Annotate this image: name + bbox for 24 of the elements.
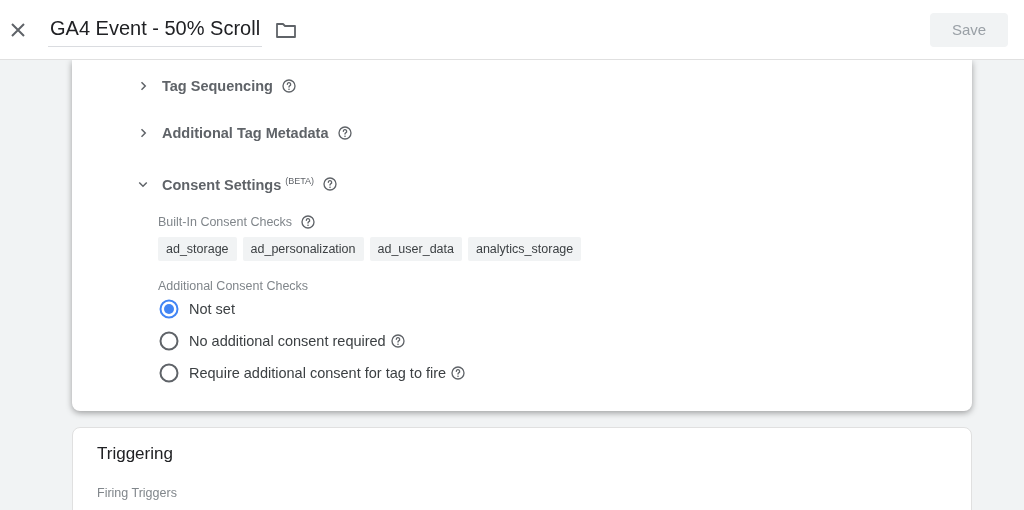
section-title[interactable]: Tag Sequencing <box>162 77 273 94</box>
radio-button[interactable] <box>159 363 179 383</box>
radio-label[interactable]: Require additional consent for tag to fire <box>189 365 447 381</box>
section-title[interactable]: Additional Tag Metadata <box>162 124 329 141</box>
consent-chip: ad_storage <box>158 237 237 261</box>
help-icon[interactable] <box>389 333 406 349</box>
radio-label[interactable]: Not set <box>189 301 235 317</box>
section-title[interactable]: Consent Settings $^{(BETA)}$ <box>162 175 315 193</box>
field-label: Built-In Consent Checks <box>158 215 293 229</box>
consent-chip: analytics_storage <box>467 237 582 261</box>
field-label: Additional Consent Checks <box>158 279 309 293</box>
help-icon[interactable] <box>322 176 339 192</box>
section-heading: Triggering <box>97 444 174 464</box>
field-label: Firing Triggers <box>97 486 178 500</box>
help-icon[interactable] <box>280 77 297 94</box>
consent-chip: ad_personalization <box>242 237 364 261</box>
radio-button[interactable] <box>159 331 179 351</box>
radio-button[interactable] <box>159 299 179 319</box>
help-icon[interactable] <box>300 214 317 230</box>
help-icon[interactable] <box>336 124 353 141</box>
consent-chip: ad_user_data <box>369 237 462 261</box>
radio-label[interactable]: No additional consent required <box>189 333 386 349</box>
help-icon[interactable] <box>450 365 467 381</box>
tag-name-field[interactable]: GA4 Event - 50% Scroll <box>48 12 263 47</box>
